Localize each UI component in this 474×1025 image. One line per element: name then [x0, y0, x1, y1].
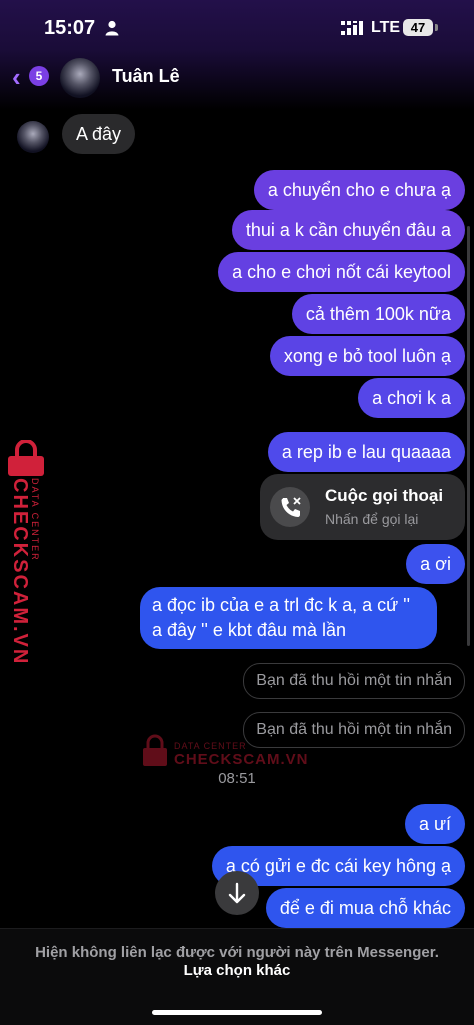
- lock-icon: [143, 734, 167, 766]
- unread-badge[interactable]: 5: [29, 66, 49, 86]
- outgoing-message[interactable]: xong e bỏ tool luôn ạ: [269, 336, 465, 376]
- outgoing-message[interactable]: a cho e chơi nốt cái keytool: [218, 252, 465, 292]
- missed-call-icon: [270, 487, 310, 527]
- battery-cap: [435, 24, 438, 31]
- lock-icon: [8, 439, 44, 476]
- network-type: LTE: [371, 19, 401, 36]
- outgoing-message[interactable]: để e đi mua chỗ khác: [265, 888, 465, 928]
- call-title: Cuộc gọi thoại: [325, 486, 444, 505]
- scrollbar[interactable]: [467, 226, 470, 646]
- home-indicator[interactable]: [152, 1010, 322, 1015]
- outgoing-message[interactable]: thui a k cần chuyển đâu a: [231, 210, 465, 250]
- watermark-brand: CHECKSCAM.VN: [174, 751, 309, 768]
- incoming-message[interactable]: A đây: [62, 114, 136, 154]
- arrow-down-icon: [228, 882, 246, 904]
- outgoing-message[interactable]: a ưí: [404, 804, 465, 844]
- bottom-bar: Hiện không liên lạc được với người này t…: [0, 928, 474, 1025]
- status-bar: 15:07 LTE 47: [0, 0, 474, 56]
- unavailable-notice: Hiện không liên lạc được với người này t…: [35, 944, 439, 961]
- back-chevron-icon[interactable]: ‹: [12, 64, 21, 90]
- scroll-to-bottom-button[interactable]: [215, 871, 259, 915]
- sender-avatar[interactable]: [17, 121, 49, 153]
- watermark-brand-vertical: CHECKSCAM.VN: [9, 478, 31, 666]
- recalled-message-notice: Bạn đã thu hồi một tin nhắn: [243, 663, 465, 699]
- outgoing-message[interactable]: a chuyển cho e chưa ạ: [253, 170, 465, 210]
- call-subtitle: Nhấn để gọi lại: [325, 511, 419, 527]
- contact-avatar[interactable]: [60, 58, 100, 98]
- watermark-sub: DATA CENTER: [174, 741, 247, 751]
- outgoing-message[interactable]: a chơi k a: [358, 378, 465, 418]
- outgoing-message[interactable]: cả thêm 100k nữa: [291, 294, 465, 334]
- watermark-center: DATA CENTER CHECKSCAM.VN: [142, 734, 308, 774]
- chat-header: ‹ 5 Tuân Lê: [0, 56, 474, 100]
- person-icon: [105, 20, 119, 36]
- outgoing-message[interactable]: a đọc ib của e a trl đc k a, a cứ '' a đ…: [140, 587, 437, 649]
- outgoing-message[interactable]: a rep ib e lau quaaaa: [267, 432, 465, 472]
- battery-icon: 47: [403, 19, 433, 36]
- status-time: 15:07: [44, 17, 96, 39]
- watermark-sub-vertical: DATA CENTER: [30, 478, 40, 562]
- message-timestamp: 08:51: [218, 770, 256, 787]
- outgoing-message[interactable]: a ơi: [406, 544, 465, 584]
- missed-call-card[interactable]: Cuộc gọi thoại Nhấn để gọi lại: [260, 474, 465, 540]
- other-options-link[interactable]: Lựa chọn khác: [0, 962, 474, 979]
- signal-icon: [341, 21, 363, 35]
- contact-name[interactable]: Tuân Lê: [112, 66, 180, 87]
